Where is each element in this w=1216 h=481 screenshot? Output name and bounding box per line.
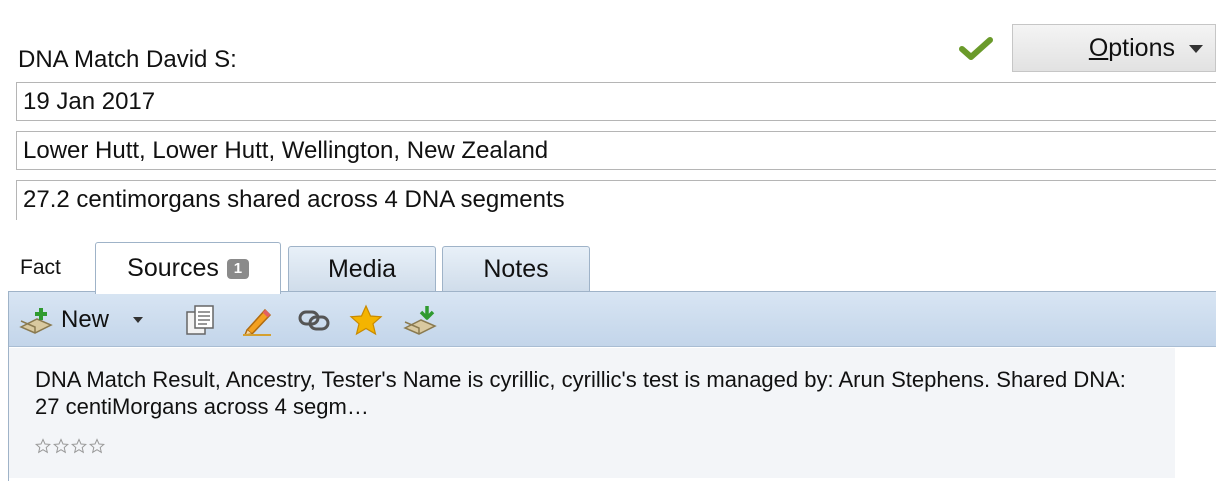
favorite-button[interactable]	[349, 304, 383, 336]
source-attach-icon	[403, 306, 437, 335]
star-outline-icon	[35, 438, 51, 454]
citation-text: DNA Match Result, Ancestry, Tester's Nam…	[35, 367, 1126, 419]
link-chain-icon	[298, 310, 330, 331]
edit-source-button[interactable]	[241, 304, 273, 336]
source-attach-button[interactable]	[401, 304, 441, 336]
new-source-button[interactable]: New	[17, 304, 144, 336]
chevron-down-icon	[1189, 45, 1203, 53]
star-icon	[349, 304, 383, 336]
source-citation-item[interactable]: DNA Match Result, Ancestry, Tester's Nam…	[9, 348, 1175, 478]
fact-title: DNA Match David S:	[18, 46, 237, 73]
tab-media[interactable]: Media	[288, 246, 436, 292]
sources-toolbar: New	[9, 292, 1216, 347]
place-field[interactable]: Lower Hutt, Lower Hutt, Wellington, New …	[16, 131, 1216, 170]
star-outline-icon	[89, 438, 105, 454]
copy-source-button[interactable]	[185, 304, 215, 336]
link-source-button[interactable]	[297, 304, 331, 336]
edit-pencil-icon	[243, 308, 272, 336]
new-dropdown-arrow[interactable]	[133, 317, 144, 323]
date-field[interactable]: 19 Jan 2017	[16, 82, 1216, 121]
sources-panel: New DNA Match Result, Ancestry, Tester's…	[8, 291, 1216, 481]
tab-strip: Fact Sources 1 Media Notes	[0, 240, 1216, 294]
star-outline-icon	[53, 438, 69, 454]
star-outline-icon	[71, 438, 87, 454]
fact-label: Fact	[20, 256, 61, 279]
add-source-icon	[19, 308, 53, 334]
rating-stars[interactable]	[35, 438, 105, 454]
tab-notes[interactable]: Notes	[442, 246, 590, 292]
sources-count-badge: 1	[226, 258, 249, 279]
description-field[interactable]: 27.2 centimorgans shared across 4 DNA se…	[16, 180, 1216, 220]
checkmark-icon	[959, 37, 993, 60]
options-button[interactable]: Options	[1012, 24, 1216, 72]
copy-source-icon	[186, 305, 214, 335]
options-label: Options	[1088, 33, 1175, 62]
tab-sources[interactable]: Sources 1	[95, 242, 281, 294]
